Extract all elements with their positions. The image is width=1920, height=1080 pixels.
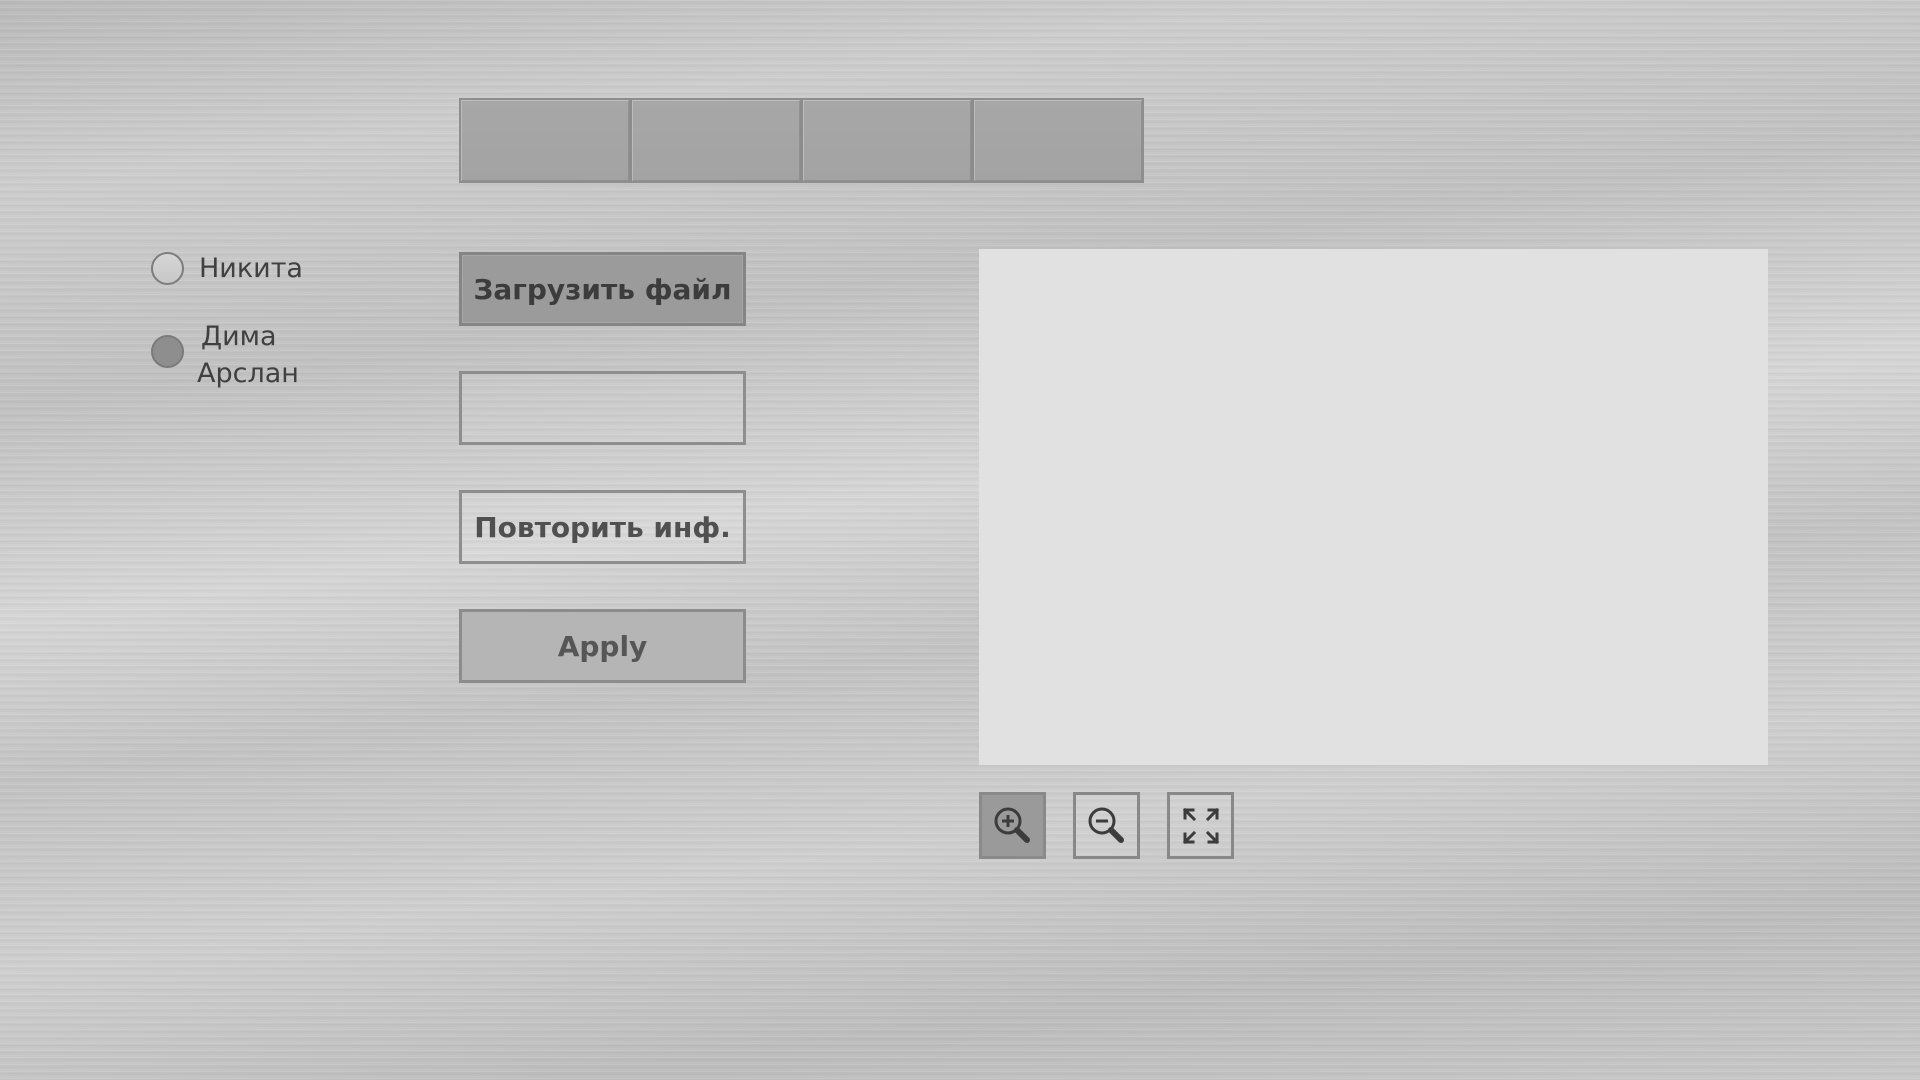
zoom-in-button[interactable] — [979, 792, 1046, 859]
tab-3[interactable] — [803, 100, 974, 181]
apply-button[interactable]: Apply — [459, 609, 746, 683]
radio-label-nikita: Никита — [199, 253, 303, 284]
text-input[interactable] — [459, 371, 746, 445]
radio-label-dima-arslan: Дима Арслан — [197, 318, 299, 392]
radio-label-line-1: Дима — [201, 321, 277, 352]
radio-option-dima-arslan[interactable]: Дима Арслан — [151, 318, 299, 392]
preview-panel — [979, 249, 1768, 765]
expand-icon — [1182, 807, 1219, 844]
tab-2[interactable] — [632, 100, 803, 181]
tab-strip — [459, 98, 1144, 183]
tab-1[interactable] — [461, 100, 632, 181]
radio-button-unselected[interactable] — [151, 252, 184, 285]
radio-button-selected[interactable] — [151, 335, 184, 368]
radio-label-line-2: Арслан — [197, 358, 299, 389]
tab-4[interactable] — [974, 100, 1142, 181]
repeat-info-button[interactable]: Повторить инф. — [459, 490, 746, 564]
zoom-out-icon — [1088, 807, 1124, 843]
zoom-out-button[interactable] — [1073, 792, 1140, 859]
zoom-in-icon — [994, 807, 1030, 843]
fit-to-screen-button[interactable] — [1167, 792, 1234, 859]
radio-option-nikita[interactable]: Никита — [151, 252, 303, 287]
upload-file-button[interactable]: Загрузить файл — [459, 252, 746, 326]
